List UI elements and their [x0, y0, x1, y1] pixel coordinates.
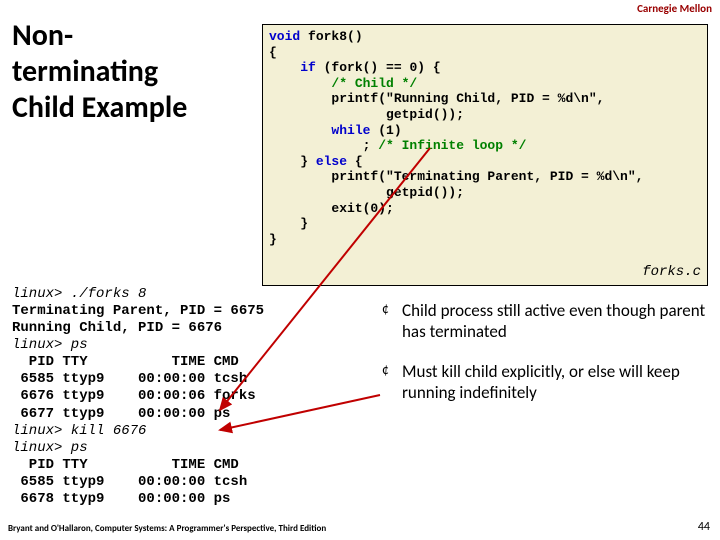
- code-filename: forks.c: [642, 264, 701, 281]
- code-text: {: [269, 45, 277, 60]
- code-text: [269, 76, 331, 91]
- bullet-item: Must kill child explicitly, or else will…: [382, 361, 710, 404]
- code-text: (fork() == 0) {: [316, 60, 441, 75]
- bullet-item: Child process still active even though p…: [382, 300, 710, 343]
- bullet-list: Child process still active even though p…: [382, 300, 710, 421]
- keyword: while: [331, 123, 370, 138]
- comment: /* Child */: [331, 76, 417, 91]
- keyword: if: [300, 60, 316, 75]
- code-text: printf("Running Child, PID = %d\n",: [269, 91, 604, 106]
- code-text: {: [347, 154, 363, 169]
- code-text: }: [269, 232, 277, 247]
- keyword: else: [316, 154, 347, 169]
- keyword: void: [269, 29, 300, 44]
- code-text: (1): [370, 123, 401, 138]
- code-text: getpid());: [269, 185, 464, 200]
- institution-header: Carnegie Mellon: [637, 2, 712, 15]
- code-text: }: [269, 154, 316, 169]
- code-text: getpid());: [269, 107, 464, 122]
- code-text: [269, 123, 331, 138]
- code-text: ;: [269, 138, 378, 153]
- slide-number: 44: [698, 520, 710, 534]
- comment: /* Infinite loop */: [378, 138, 526, 153]
- footer-citation: Bryant and O'Hallaron, Computer Systems:…: [8, 523, 326, 534]
- code-text: [269, 60, 300, 75]
- code-listing: void fork8() { if (fork() == 0) { /* Chi…: [262, 24, 708, 286]
- code-text: printf("Terminating Parent, PID = %d\n",: [269, 169, 643, 184]
- code-text: }: [269, 216, 308, 231]
- slide-title: Non-terminatingChild Example: [12, 18, 252, 126]
- code-text: fork8(): [300, 29, 362, 44]
- code-text: exit(0);: [269, 201, 394, 216]
- terminal-output: linux> ./forks 8 Terminating Parent, PID…: [12, 286, 264, 508]
